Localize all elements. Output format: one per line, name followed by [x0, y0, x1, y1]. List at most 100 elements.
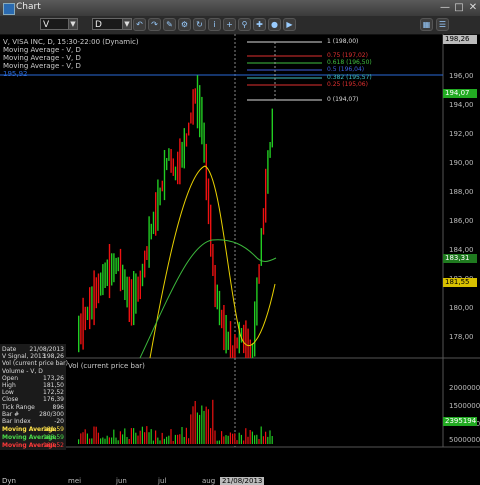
draw-icon[interactable]: ✎	[163, 18, 176, 31]
layout-icon[interactable]: ▦	[420, 18, 433, 31]
price-axis-tick: 178,00	[449, 333, 474, 341]
data-window-value: 198,26	[43, 353, 64, 361]
crosshair-icon[interactable]: +	[223, 18, 236, 31]
symbol-dropdown-button[interactable]: ▼	[68, 18, 78, 30]
candle	[190, 112, 192, 124]
month-label-jul: jul	[158, 477, 167, 485]
template-icon[interactable]: ☰	[436, 18, 449, 31]
candle	[128, 276, 130, 322]
candle	[179, 138, 181, 185]
volume-axis-tick: 5000000	[449, 436, 480, 444]
volume-bar	[227, 435, 229, 444]
candle	[258, 264, 260, 284]
lock-icon[interactable]: ●	[268, 18, 281, 31]
price-chart-canvas[interactable]	[0, 34, 480, 480]
candle	[232, 345, 234, 358]
candle	[89, 287, 91, 330]
volume-bar	[137, 435, 139, 444]
volume-bar	[258, 439, 260, 444]
corner-label: Dyn	[2, 477, 16, 485]
volume-bar	[185, 427, 187, 444]
candle	[137, 276, 139, 302]
candle	[227, 331, 229, 350]
hline-value-label: 195,92	[3, 70, 28, 78]
period-dropdown-button[interactable]: ▼	[122, 18, 132, 30]
candle	[243, 324, 245, 354]
fib-level-label: 0.25 (195,06)	[327, 81, 368, 88]
volume-bar	[86, 433, 88, 444]
volume-bar	[245, 428, 247, 444]
maximize-button[interactable]: □	[452, 2, 466, 14]
candle	[221, 309, 223, 329]
candle	[216, 284, 218, 310]
plus-icon[interactable]: ✚	[253, 18, 266, 31]
data-window-ma-value: 180,52	[43, 442, 64, 449]
month-label-mei: mei	[68, 477, 82, 485]
candle	[97, 273, 100, 304]
volume-bar	[126, 437, 128, 444]
cursor-date-tag: 21/08/2013	[220, 477, 265, 485]
candle	[139, 270, 141, 300]
volume-bar	[236, 440, 238, 444]
volume-bar	[128, 439, 130, 444]
month-label-jun: jun	[116, 477, 127, 485]
candle	[199, 85, 201, 138]
price-axis-tick: 186,00	[449, 217, 474, 225]
gear-icon[interactable]: ⚙	[178, 18, 191, 31]
data-window-value: 21/08/2013	[29, 346, 64, 353]
chart-header-label: V, VISA INC, D, 15:30-22:00 (Dynamic)	[3, 38, 139, 46]
fibonacci-retracement[interactable]	[247, 41, 322, 101]
candle	[185, 133, 188, 147]
chart-area[interactable]: V, VISA INC, D, 15:30-22:00 (Dynamic) Mo…	[0, 34, 480, 485]
volume-bar	[196, 412, 198, 444]
data-window-value: 181,50	[43, 382, 64, 389]
candle	[152, 211, 155, 234]
last-price-tag: 194,07	[443, 89, 477, 98]
volume-bar	[229, 432, 231, 444]
volume-bar	[177, 434, 179, 444]
volume-bar	[150, 429, 152, 444]
minimize-button[interactable]: —	[438, 2, 452, 14]
volume-bar	[78, 439, 80, 444]
ma-legend-3[interactable]: Moving Average - V, D	[3, 62, 81, 70]
candle	[170, 149, 172, 173]
volume-bar	[80, 433, 82, 444]
refresh-icon[interactable]: ↻	[193, 18, 206, 31]
zoom-icon[interactable]: ⚲	[238, 18, 251, 31]
volume-bar	[157, 437, 159, 444]
volume-bar	[122, 434, 124, 444]
volume-bar	[155, 430, 157, 444]
candle	[166, 158, 168, 171]
candle	[113, 253, 115, 283]
candle	[181, 141, 183, 168]
ma-legend-1[interactable]: Moving Average - V, D	[3, 46, 81, 54]
candle	[249, 339, 251, 358]
candle	[111, 253, 113, 286]
info-icon[interactable]: i	[208, 18, 221, 31]
close-button[interactable]: ✕	[466, 2, 480, 14]
volume-bar	[148, 432, 150, 444]
price-axis-tick: 192,00	[449, 130, 474, 138]
volume-bar	[234, 433, 236, 444]
candle	[122, 264, 124, 290]
play-icon[interactable]: ▶	[283, 18, 296, 31]
symbol-input[interactable]: V	[40, 18, 70, 30]
candle	[95, 277, 97, 309]
volume-bar	[247, 436, 249, 444]
volume-bar	[115, 437, 117, 444]
period-input[interactable]: D	[92, 18, 124, 30]
ma-legend-2[interactable]: Moving Average - V, D	[3, 54, 81, 62]
volume-bar	[144, 432, 146, 444]
chart-toolbar: V ▼ D ▼ ↶ ↷ ✎ ⚙ ↻ i + ⚲ ✚ ● ▶ ▦ ☰	[0, 16, 480, 35]
volume-bar	[212, 399, 214, 444]
price-axis-tick: 194,00	[449, 101, 474, 109]
volume-bar	[221, 431, 223, 444]
candle	[256, 277, 258, 326]
candle	[218, 290, 221, 326]
candle	[192, 89, 194, 125]
redo-icon[interactable]: ↷	[148, 18, 161, 31]
undo-icon[interactable]: ↶	[133, 18, 146, 31]
volume-bars	[78, 399, 273, 444]
price-axis-tick: 180,00	[449, 304, 474, 312]
data-window-label: Open	[2, 374, 19, 382]
